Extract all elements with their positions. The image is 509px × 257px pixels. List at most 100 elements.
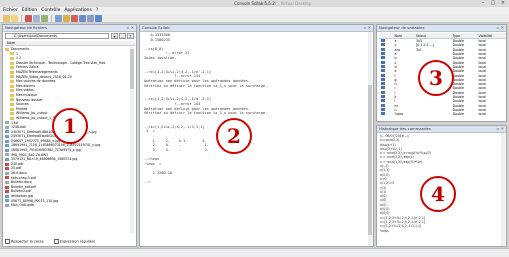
console-scroll-thumb[interactable]: [368, 85, 372, 235]
path-field[interactable]: C:\Users\xxx\Documents: [5, 33, 109, 39]
path-dropdown-icon[interactable]: ▾: [111, 33, 118, 39]
file-list-item[interactable]: Mon_Ordi.ipdb: [5, 203, 129, 208]
matrix-icon: [381, 82, 385, 86]
matrix-icon: [381, 43, 385, 47]
folder-icon: [5, 47, 9, 51]
minimize-button[interactable]: –: [478, 0, 488, 7]
folder-icon: [10, 79, 14, 83]
menu-controle[interactable]: Contrôle: [41, 8, 60, 13]
case-option-label: Respecter la casse: [11, 239, 44, 244]
menu-bar: Fichier Edition Contrôle Applications ?: [0, 7, 509, 14]
open-file-icon[interactable]: [11, 14, 18, 22]
file-icon: [5, 125, 9, 129]
console-header: Console Scilab ▫ ✕: [140, 25, 373, 32]
folder-icon: [10, 107, 14, 111]
file-name: Williams_JoL_cutout_1_3: [16, 115, 55, 120]
window-title-bar: Console Scilab 5.5.2 Windows 7 - Virtual…: [0, 0, 509, 7]
variable-cell: Double: [452, 112, 464, 117]
annotation-marker-2: 2: [216, 118, 252, 154]
matrix-icon: [381, 60, 385, 64]
browse-folder-icon[interactable]: …: [119, 33, 126, 39]
console-line: Vérifiez ou définir la fonction %s_1_s p…: [144, 111, 268, 116]
matrix-icon: [381, 86, 385, 90]
matrix-icon: [381, 107, 385, 111]
folder-icon: [10, 93, 14, 97]
folder-icon: [10, 52, 14, 56]
file-icon: [5, 176, 9, 180]
console-line: Opération non définie pour les opérandes…: [144, 78, 251, 83]
console-line: -->: [144, 180, 151, 184]
status-bar: [0, 248, 509, 257]
new-script-icon[interactable]: [3, 14, 10, 22]
close-button[interactable]: ×: [498, 0, 508, 7]
maximize-button[interactable]: □: [488, 0, 498, 7]
console-panel[interactable]: Console Scilab ▫ ✕ 0.1335560 0.1580235 --…: [139, 24, 374, 247]
annotation-marker-1: 1: [52, 108, 88, 144]
panel-controls-icon[interactable]: ▫ ✕: [364, 25, 371, 31]
panel-controls-icon[interactable]: ▫ ✕: [497, 25, 504, 31]
menu-edition[interactable]: Edition: [22, 8, 38, 13]
matrix-icon: [381, 99, 385, 103]
file-icon: [5, 121, 9, 125]
menu-fichier[interactable]: Fichier: [3, 8, 18, 13]
history-scrollbar[interactable]: [501, 133, 505, 246]
panel-controls-icon[interactable]: ▫ ✕: [497, 126, 504, 132]
checkbox-icon[interactable]: [5, 239, 10, 244]
file-name: Documents: [11, 47, 30, 51]
matrix-icon: [381, 52, 385, 56]
file-icon: [5, 139, 9, 143]
file-icon: [5, 171, 9, 175]
panel-controls-icon[interactable]: ▫ ✕: [127, 25, 134, 31]
change-directory-icon[interactable]: [55, 14, 62, 22]
case-option[interactable]: Respecter la casse: [5, 239, 44, 244]
variable-cell: [414, 112, 451, 116]
file-browser-title: Navigateur de fichiers: [5, 25, 47, 30]
background-window-title: Windows 7 - Virtual Desktop: [255, 1, 312, 6]
matrix-icon: [381, 90, 385, 94]
paste-icon[interactable]: [41, 14, 48, 22]
history-entry[interactable]: %eps: [380, 229, 431, 233]
variable-row[interactable]: %eps Double local: [379, 112, 506, 116]
file-browser-header: Navigateur de fichiers ▫ ✕: [3, 25, 136, 32]
parent-folder-icon[interactable]: ↑: [127, 33, 134, 39]
copy-icon[interactable]: [33, 14, 40, 22]
folder-icon: [10, 66, 14, 70]
modules-manager-icon[interactable]: [79, 14, 86, 22]
folder-icon: [10, 84, 14, 88]
console-title: Console Scilab: [142, 25, 170, 30]
folder-icon: [10, 61, 14, 65]
file-icon: [5, 153, 9, 157]
cut-icon[interactable]: [25, 14, 32, 22]
matrix-icon: [381, 73, 385, 77]
variable-cell: local: [478, 112, 486, 117]
menu-applications[interactable]: Applications: [64, 8, 92, 13]
variable-cell: %eps: [394, 112, 404, 117]
matrix-icon: [381, 112, 385, 116]
file-icon: [5, 135, 9, 139]
column-header-name[interactable]: Nom: [5, 41, 135, 46]
file-list-scroll-thumb[interactable]: [130, 49, 134, 89]
menu-help[interactable]: ?: [96, 8, 98, 13]
variable-browser-header: Navigateur de variables ▫ ✕: [377, 25, 506, 32]
file-icon: [5, 158, 9, 162]
demos-icon[interactable]: [87, 14, 94, 22]
folder-icon: [10, 112, 14, 116]
checkbox-icon[interactable]: [53, 239, 59, 244]
folder-icon: [10, 75, 14, 79]
scinotes-icon[interactable]: [63, 14, 70, 22]
file-icon: [5, 144, 9, 148]
history-title: Historique des commandes: [379, 126, 431, 131]
file-icon: [5, 181, 9, 185]
folder-icon: [10, 56, 14, 60]
history-header: Historique des commandes ▫ ✕: [377, 126, 506, 133]
file-icon: [5, 203, 9, 207]
help-icon[interactable]: [95, 14, 102, 22]
file-icon: [5, 148, 9, 152]
search-options: Respecter la casse Expression régulière: [5, 239, 95, 244]
regex-option[interactable]: Expression régulière: [53, 239, 95, 244]
toolbar-separator: [21, 14, 22, 22]
matrix-icon: [381, 95, 385, 98]
console-output: 0.1335560 0.1580235 -->a(0,0) !--error 21…: [144, 33, 267, 185]
annotation-marker-3: 3: [418, 60, 454, 96]
xcos-icon[interactable]: [71, 14, 78, 22]
